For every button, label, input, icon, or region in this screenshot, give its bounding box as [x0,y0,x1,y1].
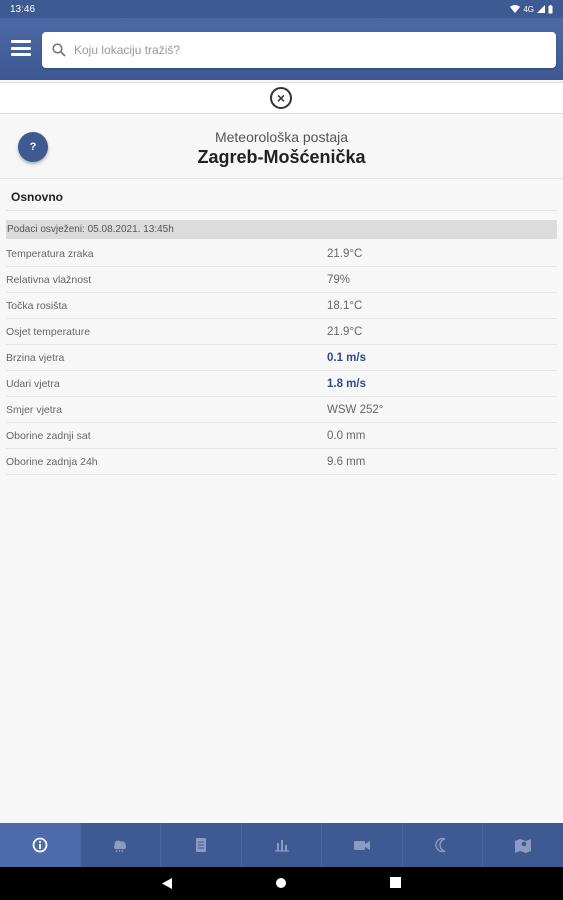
data-value: 0.0 mm [327,429,366,442]
station-name: Zagreb-Mošćenička [197,147,366,167]
refresh-timestamp: Podaci osvježeni: 05.08.2021. 13:45h [6,220,557,239]
close-icon: × [276,90,286,106]
recents-icon[interactable] [390,877,401,888]
tab-night[interactable] [403,823,484,867]
menu-icon-line [11,46,31,50]
signal-icon [537,5,545,13]
data-table: Temperatura zraka 21.9°C Relativna vlažn… [6,241,557,475]
bar-chart-icon [274,840,289,852]
close-button[interactable]: × [270,87,292,109]
divider [0,178,563,179]
data-label: Udari vjetra [6,377,60,390]
data-label: Oborine zadnja 24h [6,455,98,468]
info-icon [32,837,48,853]
data-value: 21.9°C [327,325,363,338]
data-row-humidity: Relativna vlažnost 79% [6,267,557,293]
menu-icon-line [11,40,31,43]
system-nav-bar [0,867,563,900]
data-label: Smjer vjetra [6,403,63,416]
divider [6,210,557,211]
data-label: Točka rosišta [6,299,68,312]
station-details: ? Meteorološka postaja Zagreb-Mošćenička… [0,115,563,823]
menu-button[interactable] [11,40,31,56]
back-icon[interactable] [161,877,173,890]
moon-icon [435,837,445,853]
video-camera-icon [354,841,371,850]
close-strip: × [0,82,563,114]
status-bar: 13:46 4G [0,0,563,18]
data-value: 1.8 m/s [327,377,366,390]
data-row-wind-direction: Smjer vjetra WSW 252° [6,397,557,423]
data-row-wind-gust: Udari vjetra 1.8 m/s [6,371,557,397]
tab-forecast[interactable] [81,823,162,867]
menu-icon-line [11,53,31,56]
data-label: Osjet temperature [6,325,91,338]
search-icon [52,43,66,57]
cloud-icon [114,840,127,853]
data-label: Relativna vlažnost [6,273,92,286]
data-row-feels-like: Osjet temperature 21.9°C [6,319,557,345]
data-row-precip-24h: Oborine zadnja 24h 9.6 mm [6,449,557,475]
status-icons: 4G [510,4,553,14]
data-row-wind-speed: Brzina vjetra 0.1 m/s [6,345,557,371]
tab-report[interactable] [161,823,242,867]
tab-map[interactable] [483,823,563,867]
search-box[interactable] [42,32,556,68]
document-icon [195,838,206,852]
battery-icon [548,4,553,13]
data-value: 18.1°C [327,299,363,312]
data-label: Oborine zadnji sat [6,429,91,442]
app-bar [0,18,563,80]
data-value: WSW 252° [327,403,384,416]
data-row-temperature: Temperatura zraka 21.9°C [6,241,557,267]
status-time: 13:46 [10,3,36,15]
data-row-precip-hour: Oborine zadnji sat 0.0 mm [6,423,557,449]
network-type: 4G [523,4,534,14]
map-icon [515,839,532,853]
tab-charts[interactable] [242,823,323,867]
section-title: Osnovno [11,190,64,204]
data-value: 9.6 mm [327,455,366,468]
wifi-icon [510,5,521,13]
tab-camera[interactable] [322,823,403,867]
search-input[interactable] [74,43,514,57]
data-label: Temperatura zraka [6,247,94,260]
data-value: 79% [327,273,351,286]
data-row-dew-point: Točka rosišta 18.1°C [6,293,557,319]
tab-info[interactable] [0,823,81,867]
data-label: Brzina vjetra [6,351,65,364]
bottom-nav [0,823,563,867]
data-value: 0.1 m/s [327,351,366,364]
data-value: 21.9°C [327,247,363,260]
station-subtitle: Meteorološka postaja [214,129,349,145]
home-icon[interactable] [275,877,287,889]
